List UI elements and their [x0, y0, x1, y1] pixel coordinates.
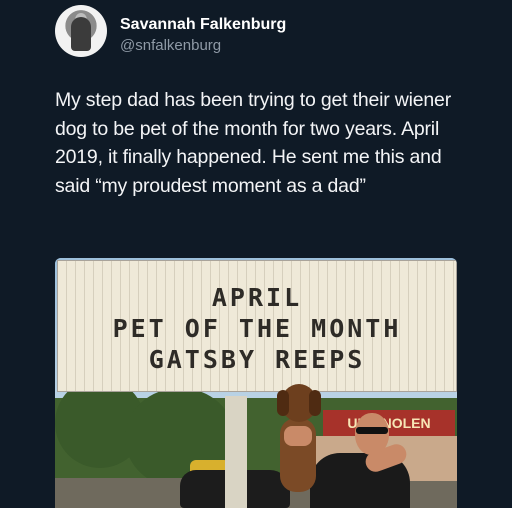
sunglasses	[356, 427, 388, 434]
man-hand	[284, 426, 312, 446]
marquee-sign: APRIL PET OF THE MONTH GATSBY REEPS	[57, 260, 457, 392]
store-sign: UILY NOLEN	[323, 410, 455, 436]
sign-line-1: APRIL	[211, 283, 303, 312]
dog-ear	[309, 390, 321, 416]
author-handle[interactable]: @snfalkenburg	[120, 37, 221, 54]
sign-line-3: GATSBY REEPS	[148, 345, 366, 374]
sign-line-2: PET OF THE MONTH	[112, 314, 402, 343]
avatar-figure-shape	[71, 17, 91, 51]
tweet-photo[interactable]: UILY NOLEN APRIL PET OF THE MONTH GATSBY…	[55, 258, 457, 508]
author-display-name[interactable]: Savannah Falkenburg	[120, 16, 286, 34]
tweet-header: Savannah Falkenburg @snfalkenburg	[55, 5, 495, 57]
dog-ear	[277, 390, 289, 416]
tweet-text: My step dad has been trying to get their…	[55, 89, 451, 197]
sign-pole	[225, 396, 247, 508]
avatar[interactable]	[55, 5, 107, 57]
man-head	[355, 413, 389, 455]
